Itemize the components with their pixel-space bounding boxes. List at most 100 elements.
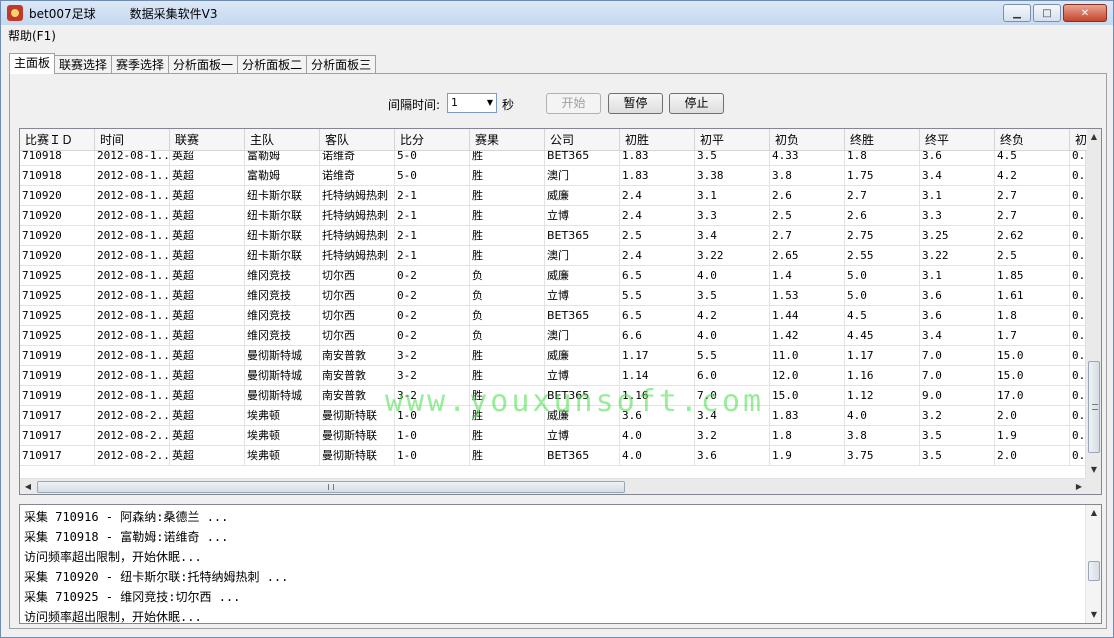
- column-header[interactable]: 公司: [545, 129, 620, 151]
- chevron-down-icon[interactable]: ▼: [487, 94, 493, 112]
- title-bar[interactable]: bet007足球 数据采集软件V3 ▁ □ ✕: [1, 1, 1113, 25]
- table-cell: 纽卡斯尔联: [245, 206, 320, 226]
- table-cell: 胜: [470, 386, 545, 406]
- table-cell: 1.61: [995, 286, 1070, 306]
- tab-main[interactable]: 主面板: [9, 53, 56, 74]
- table-cell: 英超: [170, 426, 245, 446]
- table-cell: 1.17: [845, 346, 920, 366]
- scroll-up-icon[interactable]: ▲: [1086, 129, 1101, 145]
- app-ball-icon: [7, 5, 23, 21]
- interval-label: 间隔时间:: [388, 98, 441, 112]
- table-cell: 1.8: [770, 426, 845, 446]
- table-cell: 3.5: [695, 286, 770, 306]
- log-vertical-scrollbar[interactable]: ▲ ▼: [1085, 505, 1101, 623]
- table-cell: 2.7: [770, 226, 845, 246]
- table-cell: 1.83: [620, 166, 695, 186]
- table-cell: 5.0: [845, 286, 920, 306]
- tab-league-select[interactable]: 联赛选择: [54, 55, 113, 74]
- tab-analysis-2[interactable]: 分析面板二: [237, 55, 308, 74]
- table-row[interactable]: 710925 2012-08-1... 英超 维冈竞技 切尔西 0-2 负立博 5.5 3.5 1…: [20, 286, 1087, 306]
- table-cell: 3.6: [920, 306, 995, 326]
- table-row[interactable]: 710917 2012-08-2... 英超 埃弗顿 曼彻斯特联 1-0 胜 BET365 4.…: [20, 446, 1087, 466]
- table-cell: 1.8: [995, 306, 1070, 326]
- table-cell: BET365: [545, 446, 620, 466]
- column-header[interactable]: 初: [1070, 129, 1087, 151]
- table-row[interactable]: 710917 2012-08-2... 英超 埃弗顿 曼彻斯特联 1-0 胜威廉 3.6 3.4…: [20, 406, 1087, 426]
- column-header[interactable]: 时间: [95, 129, 170, 151]
- scroll-corner: [1085, 478, 1101, 494]
- table-cell: 胜: [470, 206, 545, 226]
- table-row[interactable]: 710920 2012-08-1... 英超 纽卡斯尔联 托特纳姆热刺 2-1 胜 BET36…: [20, 226, 1087, 246]
- table-cell: 曼彻斯特城: [245, 346, 320, 366]
- column-header[interactable]: 联赛: [170, 129, 245, 151]
- column-header[interactable]: 初负: [770, 129, 845, 151]
- table-row[interactable]: 710919 2012-08-1... 英超 曼彻斯特城 南安普敦 3-2 胜 BET365 1…: [20, 386, 1087, 406]
- maximize-button[interactable]: □: [1033, 4, 1061, 22]
- tab-analysis-1[interactable]: 分析面板一: [168, 55, 239, 74]
- table-cell: 埃弗顿: [245, 406, 320, 426]
- interval-select[interactable]: 1 ▼: [447, 93, 497, 113]
- table-cell: 切尔西: [320, 326, 395, 346]
- table-row[interactable]: 710925 2012-08-1... 英超 维冈竞技 切尔西 0-2 负澳门 6.6 4.0 1…: [20, 326, 1087, 346]
- column-header[interactable]: 比分: [395, 129, 470, 151]
- table-row[interactable]: 710917 2012-08-2... 英超 埃弗顿 曼彻斯特联 1-0 胜立博 4.0 3.2…: [20, 426, 1087, 446]
- table-row[interactable]: 710925 2012-08-1... 英超 维冈竞技 切尔西 0-2 负 BET365 6.5…: [20, 306, 1087, 326]
- column-header[interactable]: 终负: [995, 129, 1070, 151]
- table-cell: 2.75: [845, 226, 920, 246]
- table-cell: 3.6: [920, 286, 995, 306]
- start-button[interactable]: 开始: [546, 93, 601, 114]
- scroll-down-icon[interactable]: ▼: [1086, 607, 1101, 623]
- table-cell: 3.25: [920, 226, 995, 246]
- column-header[interactable]: 比赛ＩＤ: [20, 129, 95, 151]
- table-row[interactable]: 710920 2012-08-1... 英超 纽卡斯尔联 托特纳姆热刺 2-1 胜立博 2.4…: [20, 206, 1087, 226]
- log-output[interactable]: 采集 710916 - 阿森纳:桑德兰 ... 采集 710918 - 富勒姆:诺…: [19, 504, 1102, 624]
- table-cell: 1.9: [995, 426, 1070, 446]
- scroll-left-icon[interactable]: ◀: [20, 479, 36, 494]
- scroll-up-icon[interactable]: ▲: [1086, 505, 1101, 521]
- column-header[interactable]: 终胜: [845, 129, 920, 151]
- table-row[interactable]: 710925 2012-08-1... 英超 维冈竞技 切尔西 0-2 负威廉 6.5 4.0 1…: [20, 266, 1087, 286]
- table-cell: 6.0: [695, 366, 770, 386]
- table-cell: 英超: [170, 246, 245, 266]
- table-row[interactable]: 710919 2012-08-1... 英超 曼彻斯特城 南安普敦 3-2 胜威廉 1.17 5…: [20, 346, 1087, 366]
- log-line: 采集 710925 - 维冈竞技:切尔西 ...: [24, 590, 241, 604]
- table-row[interactable]: 710919 2012-08-1... 英超 曼彻斯特城 南安普敦 3-2 胜立博 1.14 6…: [20, 366, 1087, 386]
- horizontal-scroll-thumb[interactable]: [37, 481, 625, 493]
- column-header[interactable]: 主队: [245, 129, 320, 151]
- tab-analysis-3[interactable]: 分析面板三: [306, 55, 377, 74]
- table-cell: 2-1: [395, 206, 470, 226]
- table-cell: 胜: [470, 166, 545, 186]
- table-cell: 2012-08-1...: [95, 266, 170, 286]
- table-cell: 710920: [20, 246, 95, 266]
- tab-season-select[interactable]: 赛季选择: [111, 55, 170, 74]
- scroll-down-icon[interactable]: ▼: [1086, 462, 1101, 478]
- table-cell: 英超: [170, 386, 245, 406]
- column-header[interactable]: 初胜: [620, 129, 695, 151]
- table-cell: 南安普敦: [320, 386, 395, 406]
- table-cell: 立博: [545, 366, 620, 386]
- table-body: 710918 2012-08-1... 英超 富勒姆 诺维奇 5-0 胜 BET365 1.83…: [20, 146, 1087, 466]
- vertical-scroll-thumb[interactable]: [1088, 361, 1100, 453]
- table-row[interactable]: 710918 2012-08-1... 英超 富勒姆 诺维奇 5-0 胜澳门 1.83 3.38…: [20, 166, 1087, 186]
- stop-button[interactable]: 停止: [669, 93, 724, 114]
- table-cell: 6.5: [620, 266, 695, 286]
- table-cell: BET365: [545, 226, 620, 246]
- log-scroll-thumb[interactable]: [1088, 561, 1100, 581]
- close-button[interactable]: ✕: [1063, 4, 1107, 22]
- pause-button[interactable]: 暂停: [608, 93, 663, 114]
- table-row[interactable]: 710920 2012-08-1... 英超 纽卡斯尔联 托特纳姆热刺 2-1 胜澳门 2.4…: [20, 246, 1087, 266]
- column-header[interactable]: 客队: [320, 129, 395, 151]
- column-header[interactable]: 赛果: [470, 129, 545, 151]
- column-header[interactable]: 初平: [695, 129, 770, 151]
- table-cell: 英超: [170, 446, 245, 466]
- table-cell: 1-0: [395, 406, 470, 426]
- minimize-button[interactable]: ▁: [1003, 4, 1031, 22]
- table-horizontal-scrollbar[interactable]: ◀ ▶: [20, 478, 1087, 494]
- table-row[interactable]: 710920 2012-08-1... 英超 纽卡斯尔联 托特纳姆热刺 2-1 胜威廉 2.4…: [20, 186, 1087, 206]
- menu-help[interactable]: 帮助(F1): [2, 27, 62, 44]
- table-cell: 胜: [470, 366, 545, 386]
- table-cell: 3.1: [920, 186, 995, 206]
- minimize-icon: ▁: [1013, 7, 1021, 19]
- table-vertical-scrollbar[interactable]: ▲ ▼: [1085, 129, 1101, 478]
- column-header[interactable]: 终平: [920, 129, 995, 151]
